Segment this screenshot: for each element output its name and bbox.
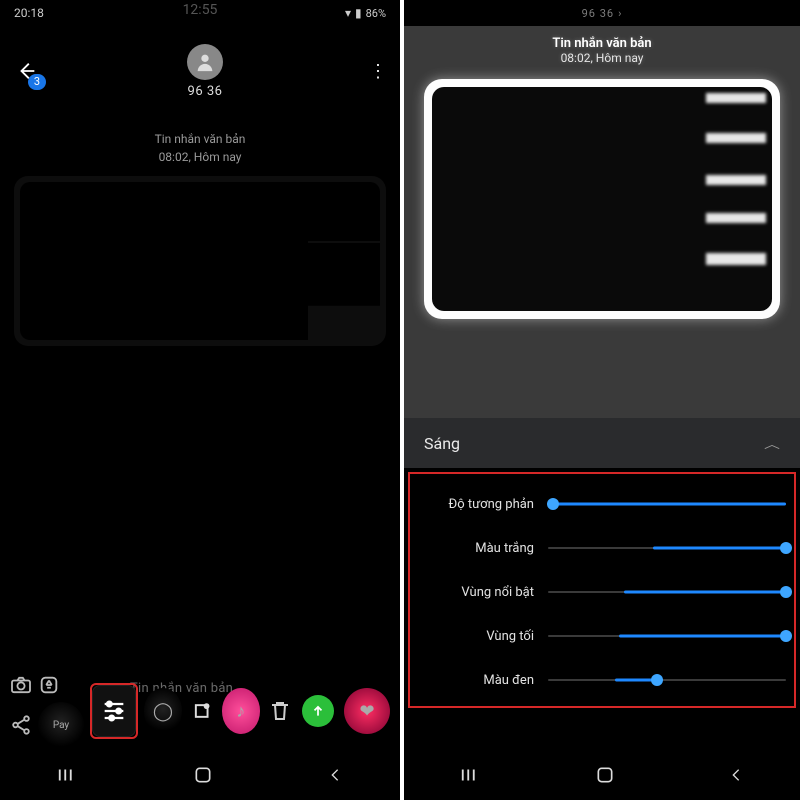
system-nav-bar-right	[404, 754, 800, 800]
dock-music-icon[interactable]: ♪	[222, 688, 260, 734]
battery-percent: 86%	[366, 7, 386, 20]
slider-thumb[interactable]	[780, 542, 792, 554]
message-time-label: 08:02, Hôm nay	[0, 148, 400, 166]
wifi-icon: ▾	[345, 6, 351, 20]
canvas-title: Tin nhắn văn bản	[424, 36, 780, 51]
dock-heart-icon[interactable]: ❤	[344, 688, 390, 734]
slider-row: Màu đen	[418, 658, 786, 702]
slider-row: Màu trắng	[418, 526, 786, 570]
brightness-section-header[interactable]: Sáng ︿	[404, 418, 800, 468]
slider-thumb[interactable]	[780, 586, 792, 598]
canvas-bubble	[424, 79, 780, 319]
message-bubble[interactable]	[14, 176, 386, 346]
sliders-panel: Độ tương phản Màu trắng Vùng nổi bật Vùng t…	[404, 468, 800, 712]
adjust-sliders-button[interactable]	[92, 685, 136, 737]
chat-header: 3 96 36 ⋮	[0, 26, 400, 116]
slider-thumb[interactable]	[547, 498, 559, 510]
editor-canvas[interactable]: Tin nhắn văn bản 08:02, Hôm nay	[404, 26, 800, 418]
contact-avatar[interactable]	[187, 44, 223, 80]
message-type-label: Tin nhắn văn bản	[0, 130, 400, 148]
slider-track[interactable]	[548, 535, 786, 561]
sliders-icon	[100, 697, 128, 725]
canvas-time: 08:02, Hôm nay	[424, 51, 780, 65]
trash-icon[interactable]	[268, 699, 292, 723]
slider-thumb[interactable]	[651, 674, 663, 686]
send-button[interactable]	[302, 695, 334, 727]
crop-rotate-icon[interactable]	[190, 697, 213, 725]
status-time: 20:18	[14, 6, 44, 20]
editor-toolbar: Pay ◯ ♪ ❤	[0, 668, 400, 754]
nav-back-button[interactable]	[327, 765, 343, 789]
slider-row: Độ tương phản	[418, 482, 786, 526]
arrow-up-icon	[311, 704, 325, 718]
contact-name: 96 36	[188, 84, 223, 99]
system-nav-bar	[0, 754, 400, 800]
editor-contact: 96 36	[582, 7, 614, 20]
slider-label: Màu đen	[418, 673, 534, 688]
slider-label: Vùng nổi bật	[418, 585, 534, 600]
share-icon[interactable]	[10, 714, 32, 736]
chevron-up-icon[interactable]: ︿	[764, 435, 780, 452]
slider-track[interactable]	[548, 491, 786, 517]
app-icon[interactable]	[38, 674, 60, 696]
status-bar: 20:18 12:55 ▾ ▮ 86%	[0, 0, 400, 26]
status-ghost-time: 12:55	[183, 2, 218, 18]
camera-icon[interactable]	[10, 676, 32, 694]
slider-row: Vùng tối	[418, 614, 786, 658]
slider-track[interactable]	[548, 623, 786, 649]
redacted-content	[20, 182, 380, 340]
nav-recents-button[interactable]	[460, 766, 482, 788]
slider-row: Vùng nổi bật	[418, 570, 786, 614]
nav-home-button[interactable]	[595, 765, 615, 789]
slider-label: Màu trắng	[418, 541, 534, 556]
section-title: Sáng	[424, 434, 460, 453]
slider-track[interactable]	[548, 579, 786, 605]
slider-thumb[interactable]	[780, 630, 792, 642]
nav-recents-button[interactable]	[57, 766, 79, 788]
dock-pay-icon[interactable]: Pay	[38, 702, 84, 748]
editor-top-bar: 96 36 ›	[404, 0, 800, 26]
redacted-content-bright	[432, 87, 772, 311]
dock-app-icon-1[interactable]: ◯	[144, 688, 182, 734]
unread-badge: 3	[28, 74, 46, 90]
nav-home-button[interactable]	[193, 765, 213, 789]
message-meta: Tin nhắn văn bản 08:02, Hôm nay	[0, 130, 400, 166]
person-icon	[194, 51, 216, 73]
slider-label: Độ tương phản	[418, 497, 534, 512]
slider-track[interactable]	[548, 667, 786, 693]
more-menu-button[interactable]: ⋮	[366, 61, 390, 82]
back-button[interactable]: 3	[10, 54, 44, 88]
nav-back-button[interactable]	[728, 765, 744, 789]
signal-icon: ▮	[355, 6, 362, 20]
slider-label: Vùng tối	[418, 629, 534, 644]
